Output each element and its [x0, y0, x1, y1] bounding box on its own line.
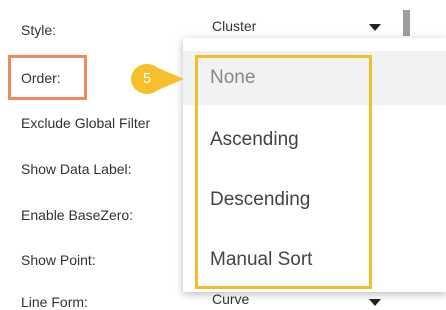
show-data-label-label: Show Data Label: — [21, 161, 132, 177]
line-form-select-value[interactable]: Curve — [212, 291, 249, 307]
options-highlight-box — [195, 55, 372, 289]
show-point-label: Show Point: — [21, 252, 96, 268]
exclude-global-filter-label: Exclude Global Filter — [21, 115, 151, 131]
order-label: Order: — [21, 70, 61, 86]
style-select-value[interactable]: Cluster — [212, 18, 256, 34]
line-form-label: Line Form: — [21, 294, 88, 310]
enable-basezero-label: Enable BaseZero: — [21, 207, 134, 223]
style-chevron-down-icon[interactable] — [369, 24, 381, 31]
line-form-chevron-down-icon[interactable] — [369, 299, 381, 306]
panel-scrollbar[interactable] — [403, 10, 410, 36]
step-badge: 5 — [131, 64, 163, 94]
style-label: Style: — [21, 22, 57, 38]
